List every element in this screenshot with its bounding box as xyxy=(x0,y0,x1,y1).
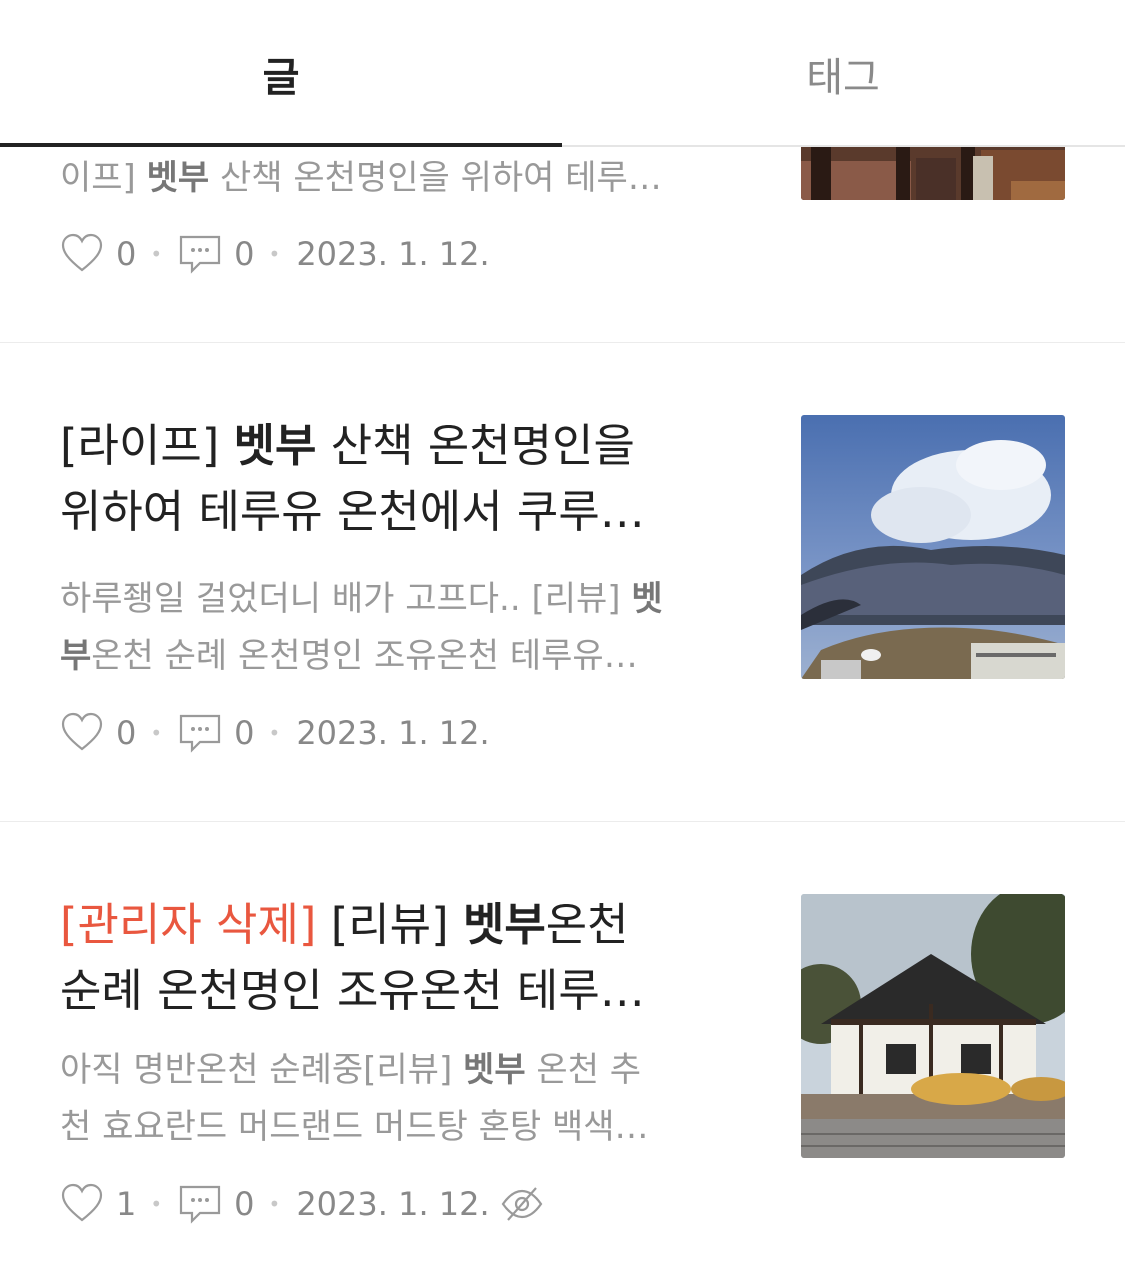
tab-tags[interactable]: 태그 xyxy=(562,0,1124,147)
excerpt-text: 산책 온천명인을 위하여 테루… xyxy=(209,158,662,198)
meta-separator: • xyxy=(150,721,163,745)
post-title[interactable]: [라이프] 벳부 산책 온천명인을 위하여 테루유 온천에서 쿠루… xyxy=(60,413,740,545)
active-tab-indicator xyxy=(0,143,562,147)
comment-count: 0 xyxy=(234,1185,255,1223)
title-text: 산책 온천명인을 xyxy=(316,419,635,472)
comment-icon[interactable] xyxy=(178,1182,222,1226)
post-excerpt: 이프] 벳부 산책 온천명인을 위하여 테루… xyxy=(60,150,750,207)
post-list: 이프] 벳부 산책 온천명인을 위하여 테루… 0 • 0 • 2023. 1.… xyxy=(0,0,1125,1269)
excerpt-keyword: 벳부 xyxy=(146,158,210,198)
meta-separator: • xyxy=(150,242,163,266)
tab-label: 글 xyxy=(262,54,300,101)
tab-label: 태그 xyxy=(806,54,880,101)
title-line: 위하여 테루유 온천에서 쿠루… xyxy=(60,485,645,538)
excerpt-keyword: 벳부 xyxy=(463,1050,526,1090)
comment-icon[interactable] xyxy=(178,232,222,276)
excerpt-text: 온천 순례 온천명인 조유온천 테루유… xyxy=(91,636,638,676)
meta-separator: • xyxy=(268,721,281,745)
comment-icon[interactable] xyxy=(178,711,222,755)
excerpt-line: 부온천 순례 온천명인 조유온천 테루유… xyxy=(60,628,750,685)
excerpt-line: 천 효요란드 머드랜드 머드탕 혼탕 백색… xyxy=(60,1107,649,1147)
post-thumbnail[interactable] xyxy=(801,415,1065,679)
thumbnail-image xyxy=(801,894,1065,1158)
meta-separator: • xyxy=(268,242,281,266)
post-thumbnail[interactable] xyxy=(801,894,1065,1158)
title-text: [라이프] xyxy=(60,419,234,472)
comment-count: 0 xyxy=(234,714,255,752)
excerpt-line: 하루좽일 걸었더니 배가 고프다.. [리뷰] 벳 xyxy=(60,571,750,628)
meta-separator: • xyxy=(268,1192,281,1216)
post-meta: 0 • 0 • 2023. 1. 12. xyxy=(60,708,490,758)
title-line: 순례 온천명인 조유온천 테루… xyxy=(60,964,645,1017)
title-text: [리뷰] xyxy=(316,898,463,951)
post-excerpt: 하루좽일 걸었더니 배가 고프다.. [리뷰] 벳 부온천 순례 온천명인 조유… xyxy=(60,571,750,685)
title-keyword: 벳부 xyxy=(233,419,317,472)
post-meta: 1 • 0 • 2023. 1. 12. xyxy=(60,1179,556,1229)
like-count: 1 xyxy=(116,1185,137,1223)
meta-separator: • xyxy=(150,1192,163,1216)
excerpt-keyword: 벳 xyxy=(631,579,663,619)
title-line: [관리자 삭제] [리뷰] 벳부온천 xyxy=(60,892,740,958)
title-keyword: 벳부 xyxy=(462,898,546,951)
excerpt-line: 아직 명반온천 순례중[리뷰] 벳부 온천 추 xyxy=(60,1042,750,1099)
heart-icon[interactable] xyxy=(60,1182,104,1226)
deleted-tag: [관리자 삭제] xyxy=(60,898,317,951)
thumbnail-image xyxy=(801,415,1065,679)
post-date: 2023. 1. 12. xyxy=(296,1185,490,1223)
post-item[interactable]: [라이프] 벳부 산책 온천명인을 위하여 테루유 온천에서 쿠루… 하루좽일 … xyxy=(0,343,1125,822)
comment-count: 0 xyxy=(234,235,255,273)
post-title[interactable]: [관리자 삭제] [리뷰] 벳부온천 순례 온천명인 조유온천 테루… xyxy=(60,892,740,1024)
post-item[interactable]: [관리자 삭제] [리뷰] 벳부온천 순례 온천명인 조유온천 테루… 아직 명… xyxy=(0,822,1125,1269)
eye-off-icon xyxy=(500,1182,544,1226)
like-count: 0 xyxy=(116,714,137,752)
excerpt-text: 아직 명반온천 순례중[리뷰] xyxy=(60,1050,464,1090)
title-line: [라이프] 벳부 산책 온천명인을 xyxy=(60,413,740,479)
excerpt-text: 온천 추 xyxy=(525,1050,642,1090)
app-root: 이프] 벳부 산책 온천명인을 위하여 테루… 0 • 0 • 2023. 1.… xyxy=(0,0,1125,1269)
heart-icon[interactable] xyxy=(60,232,104,276)
post-date: 2023. 1. 12. xyxy=(296,714,490,752)
tab-posts[interactable]: 글 xyxy=(0,0,562,147)
post-date: 2023. 1. 12. xyxy=(296,235,490,273)
excerpt-keyword: 부 xyxy=(60,636,92,676)
post-meta: 0 • 0 • 2023. 1. 12. xyxy=(60,229,490,279)
tab-bar: 글 태그 xyxy=(0,0,1125,147)
post-excerpt: 아직 명반온천 순례중[리뷰] 벳부 온천 추 천 효요란드 머드랜드 머드탕 … xyxy=(60,1042,750,1156)
like-count: 0 xyxy=(116,235,137,273)
excerpt-line: 이프] 벳부 산책 온천명인을 위하여 테루… xyxy=(60,150,750,207)
title-text: 온천 xyxy=(545,898,629,951)
heart-icon[interactable] xyxy=(60,711,104,755)
excerpt-text: 하루좽일 걸었더니 배가 고프다.. [리뷰] xyxy=(60,579,632,619)
excerpt-text: 이프] xyxy=(60,158,147,198)
